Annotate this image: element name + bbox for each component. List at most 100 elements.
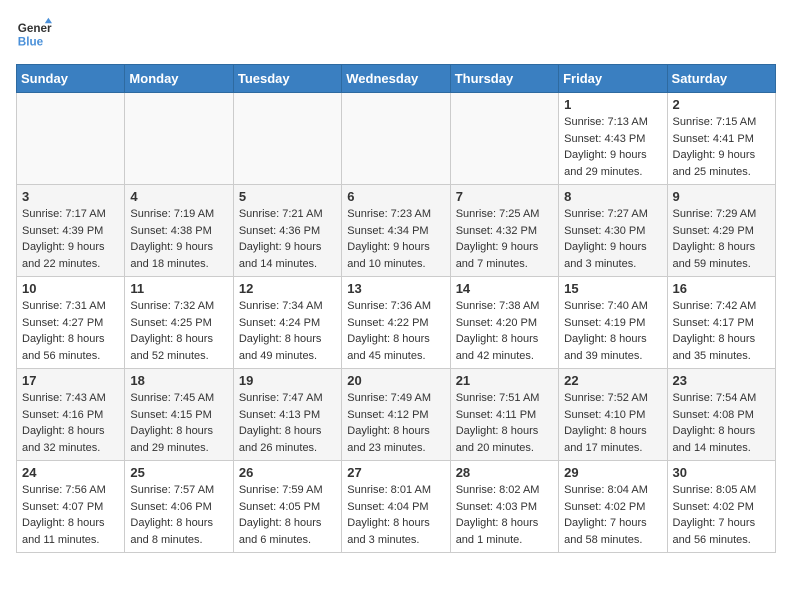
day-number: 5 — [239, 189, 336, 204]
calendar-cell: 7Sunrise: 7:25 AM Sunset: 4:32 PM Daylig… — [450, 185, 558, 277]
calendar-cell — [17, 93, 125, 185]
calendar-cell — [125, 93, 233, 185]
day-info: Sunrise: 7:17 AM Sunset: 4:39 PM Dayligh… — [22, 206, 119, 272]
day-number: 3 — [22, 189, 119, 204]
day-info: Sunrise: 8:02 AM Sunset: 4:03 PM Dayligh… — [456, 482, 553, 548]
calendar-cell: 29 Sunrise: 8:04 AM Sunset: 4:02 PM Dayli… — [559, 461, 667, 553]
day-info: Sunrise: 7:29 AM Sunset: 4:29 PM Dayligh… — [673, 206, 770, 272]
day-number: 2 — [673, 97, 770, 112]
calendar-day-header: Monday — [125, 65, 233, 93]
calendar-cell: 27 Sunrise: 8:01 AM Sunset: 4:04 PM Dayli… — [342, 461, 450, 553]
day-number: 17 — [22, 373, 119, 388]
calendar-cell — [233, 93, 341, 185]
calendar-cell: 8Sunrise: 7:27 AM Sunset: 4:30 PM Daylig… — [559, 185, 667, 277]
day-info: Sunrise: 7:32 AM Sunset: 4:25 PM Dayligh… — [130, 298, 227, 364]
calendar-day-header: Friday — [559, 65, 667, 93]
calendar-cell: 17 Sunrise: 7:43 AM Sunset: 4:16 PM Dayli… — [17, 369, 125, 461]
day-number: 13 — [347, 281, 444, 296]
calendar-cell: 16 Sunrise: 7:42 AM Sunset: 4:17 PM Dayli… — [667, 277, 775, 369]
calendar-cell: 15 Sunrise: 7:40 AM Sunset: 4:19 PM Dayli… — [559, 277, 667, 369]
calendar-week-row: 24 Sunrise: 7:56 AM Sunset: 4:07 PM Dayli… — [17, 461, 776, 553]
day-info: Sunrise: 8:05 AM Sunset: 4:02 PM Dayligh… — [673, 482, 770, 548]
day-info: Sunrise: 7:34 AM Sunset: 4:24 PM Dayligh… — [239, 298, 336, 364]
day-number: 14 — [456, 281, 553, 296]
day-number: 24 — [22, 465, 119, 480]
svg-text:Blue: Blue — [18, 36, 44, 49]
day-number: 16 — [673, 281, 770, 296]
calendar-week-row: 10 Sunrise: 7:31 AM Sunset: 4:27 PM Dayli… — [17, 277, 776, 369]
day-info: Sunrise: 7:31 AM Sunset: 4:27 PM Dayligh… — [22, 298, 119, 364]
calendar-cell: 18Sunrise: 7:45 AM Sunset: 4:15 PM Dayli… — [125, 369, 233, 461]
day-number: 29 — [564, 465, 661, 480]
day-number: 19 — [239, 373, 336, 388]
calendar-cell: 25 Sunrise: 7:57 AM Sunset: 4:06 PM Dayli… — [125, 461, 233, 553]
day-number: 22 — [564, 373, 661, 388]
calendar-cell — [450, 93, 558, 185]
logo: General Blue — [16, 16, 52, 52]
day-info: Sunrise: 7:13 AM Sunset: 4:43 PM Dayligh… — [564, 114, 661, 180]
day-info: Sunrise: 7:19 AM Sunset: 4:38 PM Dayligh… — [130, 206, 227, 272]
calendar-week-row: 17 Sunrise: 7:43 AM Sunset: 4:16 PM Dayli… — [17, 369, 776, 461]
day-number: 12 — [239, 281, 336, 296]
calendar-week-row: 3 Sunrise: 7:17 AM Sunset: 4:39 PM Daylig… — [17, 185, 776, 277]
day-number: 21 — [456, 373, 553, 388]
day-number: 30 — [673, 465, 770, 480]
calendar-cell: 12 Sunrise: 7:34 AM Sunset: 4:24 PM Dayli… — [233, 277, 341, 369]
day-info: Sunrise: 7:51 AM Sunset: 4:11 PM Dayligh… — [456, 390, 553, 456]
day-number: 10 — [22, 281, 119, 296]
day-info: Sunrise: 7:38 AM Sunset: 4:20 PM Dayligh… — [456, 298, 553, 364]
day-info: Sunrise: 7:57 AM Sunset: 4:06 PM Dayligh… — [130, 482, 227, 548]
day-number: 9 — [673, 189, 770, 204]
calendar-cell: 20Sunrise: 7:49 AM Sunset: 4:12 PM Dayli… — [342, 369, 450, 461]
calendar-cell: 2 Sunrise: 7:15 AM Sunset: 4:41 PM Daylig… — [667, 93, 775, 185]
calendar-cell: 5 Sunrise: 7:21 AM Sunset: 4:36 PM Daylig… — [233, 185, 341, 277]
day-number: 7 — [456, 189, 553, 204]
calendar-day-header: Saturday — [667, 65, 775, 93]
calendar-day-header: Sunday — [17, 65, 125, 93]
day-number: 26 — [239, 465, 336, 480]
calendar-day-header: Thursday — [450, 65, 558, 93]
calendar-cell: 22Sunrise: 7:52 AM Sunset: 4:10 PM Dayli… — [559, 369, 667, 461]
calendar-cell: 24 Sunrise: 7:56 AM Sunset: 4:07 PM Dayli… — [17, 461, 125, 553]
day-number: 6 — [347, 189, 444, 204]
day-info: Sunrise: 7:42 AM Sunset: 4:17 PM Dayligh… — [673, 298, 770, 364]
day-info: Sunrise: 7:47 AM Sunset: 4:13 PM Dayligh… — [239, 390, 336, 456]
day-number: 8 — [564, 189, 661, 204]
day-number: 27 — [347, 465, 444, 480]
day-number: 25 — [130, 465, 227, 480]
day-info: Sunrise: 7:59 AM Sunset: 4:05 PM Dayligh… — [239, 482, 336, 548]
day-number: 18 — [130, 373, 227, 388]
day-number: 1 — [564, 97, 661, 112]
day-info: Sunrise: 7:54 AM Sunset: 4:08 PM Dayligh… — [673, 390, 770, 456]
calendar-cell: 10 Sunrise: 7:31 AM Sunset: 4:27 PM Dayli… — [17, 277, 125, 369]
calendar-cell: 28Sunrise: 8:02 AM Sunset: 4:03 PM Dayli… — [450, 461, 558, 553]
calendar-cell: 9 Sunrise: 7:29 AM Sunset: 4:29 PM Daylig… — [667, 185, 775, 277]
day-number: 4 — [130, 189, 227, 204]
page-header: General Blue — [16, 16, 776, 52]
day-number: 11 — [130, 281, 227, 296]
calendar-cell: 11 Sunrise: 7:32 AM Sunset: 4:25 PM Dayli… — [125, 277, 233, 369]
calendar-cell: 13 Sunrise: 7:36 AM Sunset: 4:22 PM Dayli… — [342, 277, 450, 369]
calendar-header-row: SundayMondayTuesdayWednesdayThursdayFrid… — [17, 65, 776, 93]
logo-icon: General Blue — [16, 16, 52, 52]
calendar-cell: 19 Sunrise: 7:47 AM Sunset: 4:13 PM Dayli… — [233, 369, 341, 461]
day-number: 23 — [673, 373, 770, 388]
calendar-cell: 21 Sunrise: 7:51 AM Sunset: 4:11 PM Dayli… — [450, 369, 558, 461]
day-info: Sunrise: 7:40 AM Sunset: 4:19 PM Dayligh… — [564, 298, 661, 364]
day-info: Sunrise: 7:36 AM Sunset: 4:22 PM Dayligh… — [347, 298, 444, 364]
calendar-cell: 6 Sunrise: 7:23 AM Sunset: 4:34 PM Daylig… — [342, 185, 450, 277]
calendar-cell: 26 Sunrise: 7:59 AM Sunset: 4:05 PM Dayli… — [233, 461, 341, 553]
day-info: Sunrise: 7:15 AM Sunset: 4:41 PM Dayligh… — [673, 114, 770, 180]
day-info: Sunrise: 7:23 AM Sunset: 4:34 PM Dayligh… — [347, 206, 444, 272]
svg-text:General: General — [18, 22, 52, 35]
calendar-cell: 14 Sunrise: 7:38 AM Sunset: 4:20 PM Dayli… — [450, 277, 558, 369]
day-info: Sunrise: 8:01 AM Sunset: 4:04 PM Dayligh… — [347, 482, 444, 548]
calendar-cell: 3 Sunrise: 7:17 AM Sunset: 4:39 PM Daylig… — [17, 185, 125, 277]
calendar-body: 1 Sunrise: 7:13 AM Sunset: 4:43 PM Daylig… — [17, 93, 776, 553]
day-info: Sunrise: 7:21 AM Sunset: 4:36 PM Dayligh… — [239, 206, 336, 272]
day-info: Sunrise: 7:43 AM Sunset: 4:16 PM Dayligh… — [22, 390, 119, 456]
day-number: 15 — [564, 281, 661, 296]
day-info: Sunrise: 7:56 AM Sunset: 4:07 PM Dayligh… — [22, 482, 119, 548]
calendar-day-header: Wednesday — [342, 65, 450, 93]
day-info: Sunrise: 8:04 AM Sunset: 4:02 PM Dayligh… — [564, 482, 661, 548]
